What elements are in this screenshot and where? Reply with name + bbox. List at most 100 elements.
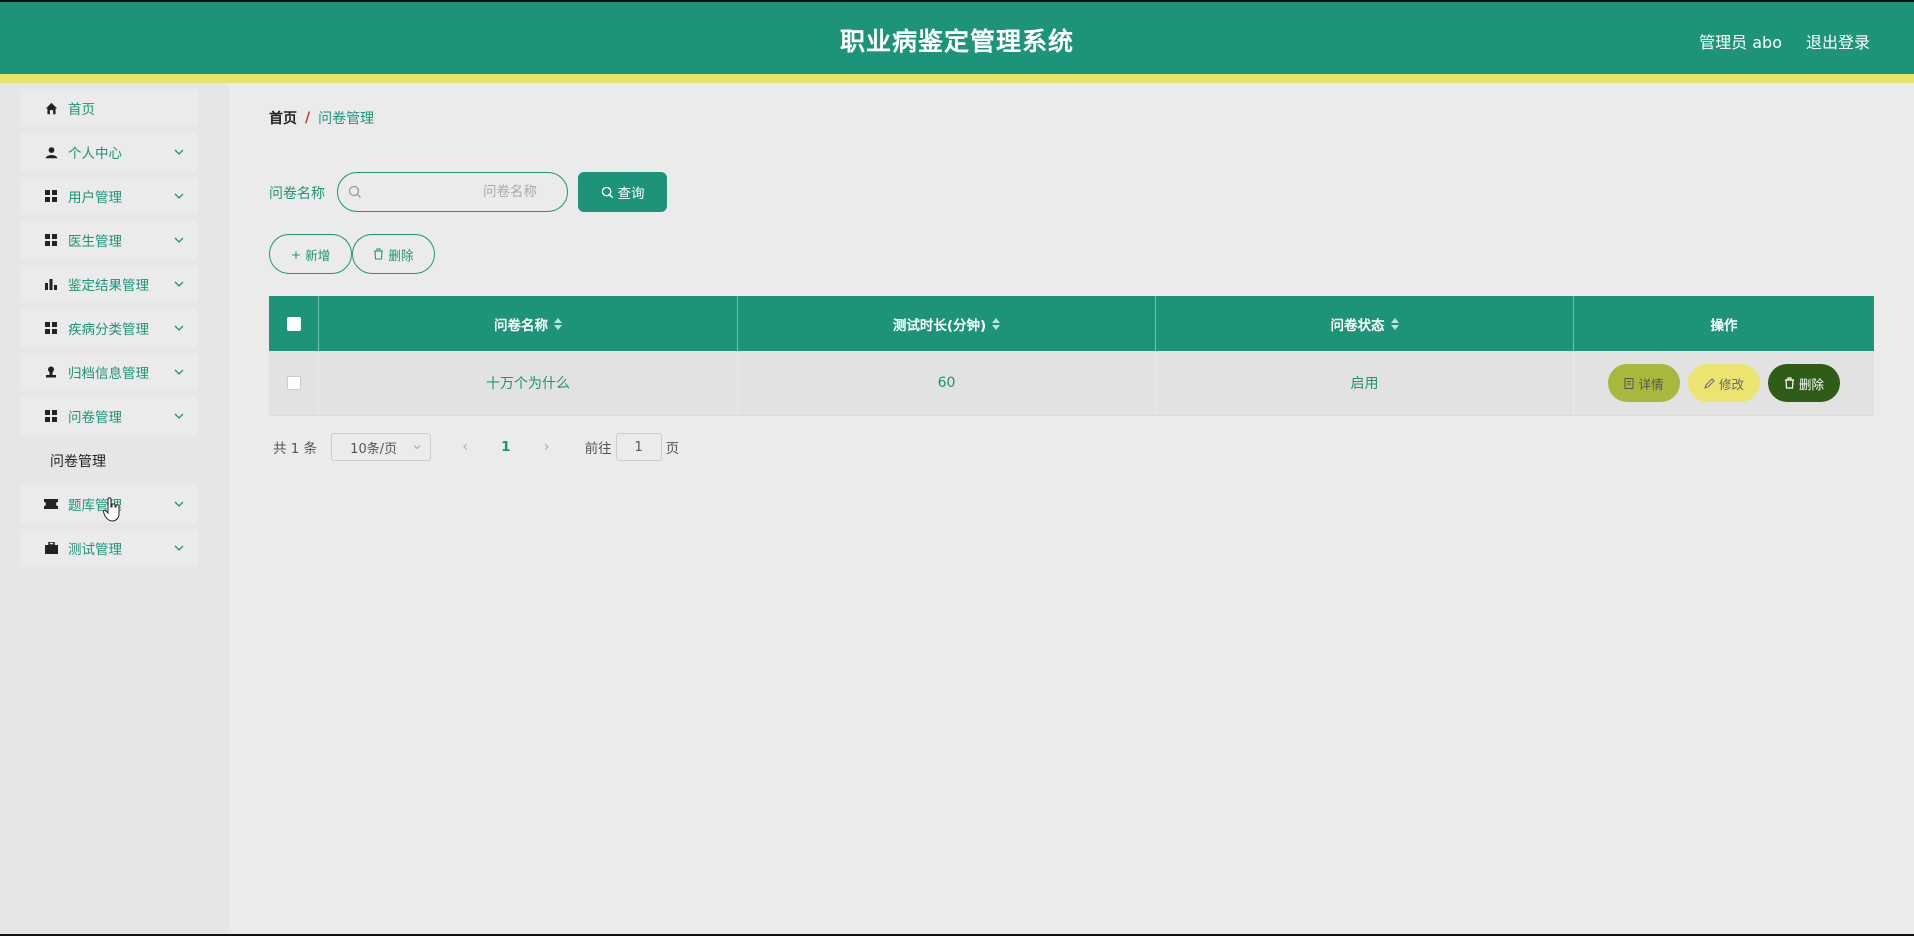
sidebar-item-result-management[interactable]: 鉴定结果管理: [20, 265, 198, 303]
cell-duration: 60: [738, 351, 1156, 415]
questionnaire-table: 问卷名称 测试时长(分钟) 问卷状态 操作 十万个为什么 60 启用 详情 修改…: [269, 296, 1874, 416]
column-header-label: 问卷状态: [1330, 317, 1385, 334]
breadcrumb-separator: /: [305, 110, 311, 126]
cell-status: 启用: [1156, 351, 1574, 415]
sidebar-item-label: 个人中心: [68, 146, 122, 162]
breadcrumb-home[interactable]: 首页: [269, 108, 297, 128]
add-button-label: 新增: [305, 247, 331, 263]
current-user-label: 管理员 abo: [1699, 33, 1782, 52]
search-box: [337, 172, 568, 212]
column-header-status[interactable]: 问卷状态: [1156, 296, 1574, 351]
cell-actions: 详情 修改 删除: [1574, 351, 1874, 415]
sidebar-item-label: 测试管理: [68, 542, 122, 558]
search-input[interactable]: [338, 173, 567, 211]
delete-button[interactable]: 删除: [1768, 364, 1840, 402]
edit-button[interactable]: 修改: [1688, 364, 1760, 402]
row-select-cell: [269, 351, 319, 415]
chevron-down-icon: [174, 413, 184, 419]
cell-name: 十万个为什么: [319, 351, 738, 415]
header-select-cell: [269, 296, 319, 351]
table-header: 问卷名称 测试时长(分钟) 问卷状态 操作: [269, 296, 1874, 351]
sidebar-item-questionnaire-management[interactable]: 问卷管理: [20, 397, 198, 435]
sort-icon[interactable]: [992, 317, 1001, 330]
document-icon: [1624, 377, 1634, 389]
app-title: 职业病鉴定管理系统: [839, 27, 1074, 56]
chevron-down-icon: [174, 193, 184, 199]
breadcrumb-current: 问卷管理: [318, 111, 375, 127]
query-button[interactable]: 查询: [578, 172, 667, 212]
plus-icon: +: [290, 246, 302, 262]
goto-suffix: 页: [665, 441, 680, 457]
query-button-label: 查询: [617, 186, 645, 202]
chevron-down-icon: [174, 237, 184, 243]
column-header-duration[interactable]: 测试时长(分钟): [738, 296, 1156, 351]
goto-page-input[interactable]: [615, 433, 662, 461]
sidebar-item-label: 医生管理: [68, 234, 122, 250]
trash-icon: [1784, 377, 1794, 389]
chevron-down-icon: [174, 501, 184, 507]
sidebar-item-home[interactable]: 首页: [20, 89, 198, 127]
breadcrumb: 首页 / 问卷管理: [269, 108, 374, 128]
batch-delete-label: 删除: [388, 247, 414, 263]
page-size-select[interactable]: 10条/页: [331, 433, 432, 461]
ticket-icon: [44, 497, 58, 511]
submenu-item-questionnaire[interactable]: 问卷管理: [50, 451, 106, 471]
top-header: 职业病鉴定管理系统 管理员 abo 退出登录: [0, 0, 1914, 74]
sort-icon[interactable]: [554, 317, 562, 330]
sort-icon[interactable]: [1390, 317, 1399, 330]
prev-page-button[interactable]: ‹: [455, 439, 475, 455]
chevron-down-icon: [174, 369, 184, 375]
user-icon: [44, 145, 58, 159]
page-size-value: 10条/页: [350, 441, 398, 457]
edit-button-label: 修改: [1718, 376, 1744, 392]
current-page-number[interactable]: 1: [501, 439, 510, 455]
home-icon: [44, 101, 58, 115]
logout-link[interactable]: 退出登录: [1806, 29, 1870, 53]
grid-icon: [44, 409, 58, 423]
search-icon: [601, 186, 613, 198]
column-header-actions: 操作: [1574, 296, 1874, 351]
search-label: 问卷名称: [269, 186, 325, 202]
sidebar-item-label: 首页: [68, 102, 95, 118]
sidebar-item-label: 疾病分类管理: [68, 322, 149, 338]
sidebar-item-doctor-management[interactable]: 医生管理: [20, 221, 198, 259]
grid-icon: [44, 189, 58, 203]
header-user-area: 管理员 abo 退出登录: [1699, 29, 1870, 53]
chevron-down-icon: [413, 445, 421, 450]
stamp-icon: [44, 365, 58, 379]
chevron-down-icon: [174, 149, 184, 155]
batch-delete-button[interactable]: 删除: [352, 234, 435, 274]
delete-button-label: 删除: [1798, 376, 1824, 392]
hand-cursor-icon: [103, 497, 120, 522]
column-header-label: 问卷名称: [494, 317, 548, 334]
column-header-label: 操作: [1710, 317, 1738, 334]
next-page-button[interactable]: ›: [537, 439, 557, 455]
detail-button[interactable]: 详情: [1608, 364, 1680, 402]
pagination-total: 共 1 条: [273, 441, 318, 457]
sidebar-item-test-management[interactable]: 测试管理: [20, 529, 198, 567]
sidebar-item-label: 归档信息管理: [68, 366, 149, 382]
sidebar-item-label: 鉴定结果管理: [68, 278, 149, 294]
column-header-name[interactable]: 问卷名称: [319, 296, 738, 351]
chevron-down-icon: [174, 325, 184, 331]
search-icon: [348, 185, 361, 198]
table-row: 十万个为什么 60 启用 详情 修改 删除: [269, 351, 1874, 416]
add-button[interactable]: + 新增: [269, 234, 352, 274]
header-accent-stripe: [0, 74, 1914, 83]
detail-button-label: 详情: [1638, 376, 1664, 392]
row-checkbox[interactable]: [286, 376, 301, 390]
grid-icon: [44, 321, 58, 335]
pagination: 共 1 条 10条/页 ‹ 1 › 前往 页: [273, 433, 679, 461]
sidebar-item-disease-category[interactable]: 疾病分类管理: [20, 309, 198, 347]
bar-chart-icon: [44, 277, 58, 291]
sidebar-item-label: 用户管理: [68, 190, 122, 206]
chevron-down-icon: [174, 281, 184, 287]
select-all-checkbox[interactable]: [286, 316, 301, 331]
goto-label: 前往: [584, 441, 612, 457]
grid-icon: [44, 233, 58, 247]
sidebar-item-personal-center[interactable]: 个人中心: [20, 133, 198, 171]
sidebar-item-archive-management[interactable]: 归档信息管理: [20, 353, 198, 391]
sidebar-item-user-management[interactable]: 用户管理: [20, 177, 198, 215]
column-header-label: 测试时长(分钟): [892, 317, 987, 334]
trash-icon: [374, 248, 384, 260]
